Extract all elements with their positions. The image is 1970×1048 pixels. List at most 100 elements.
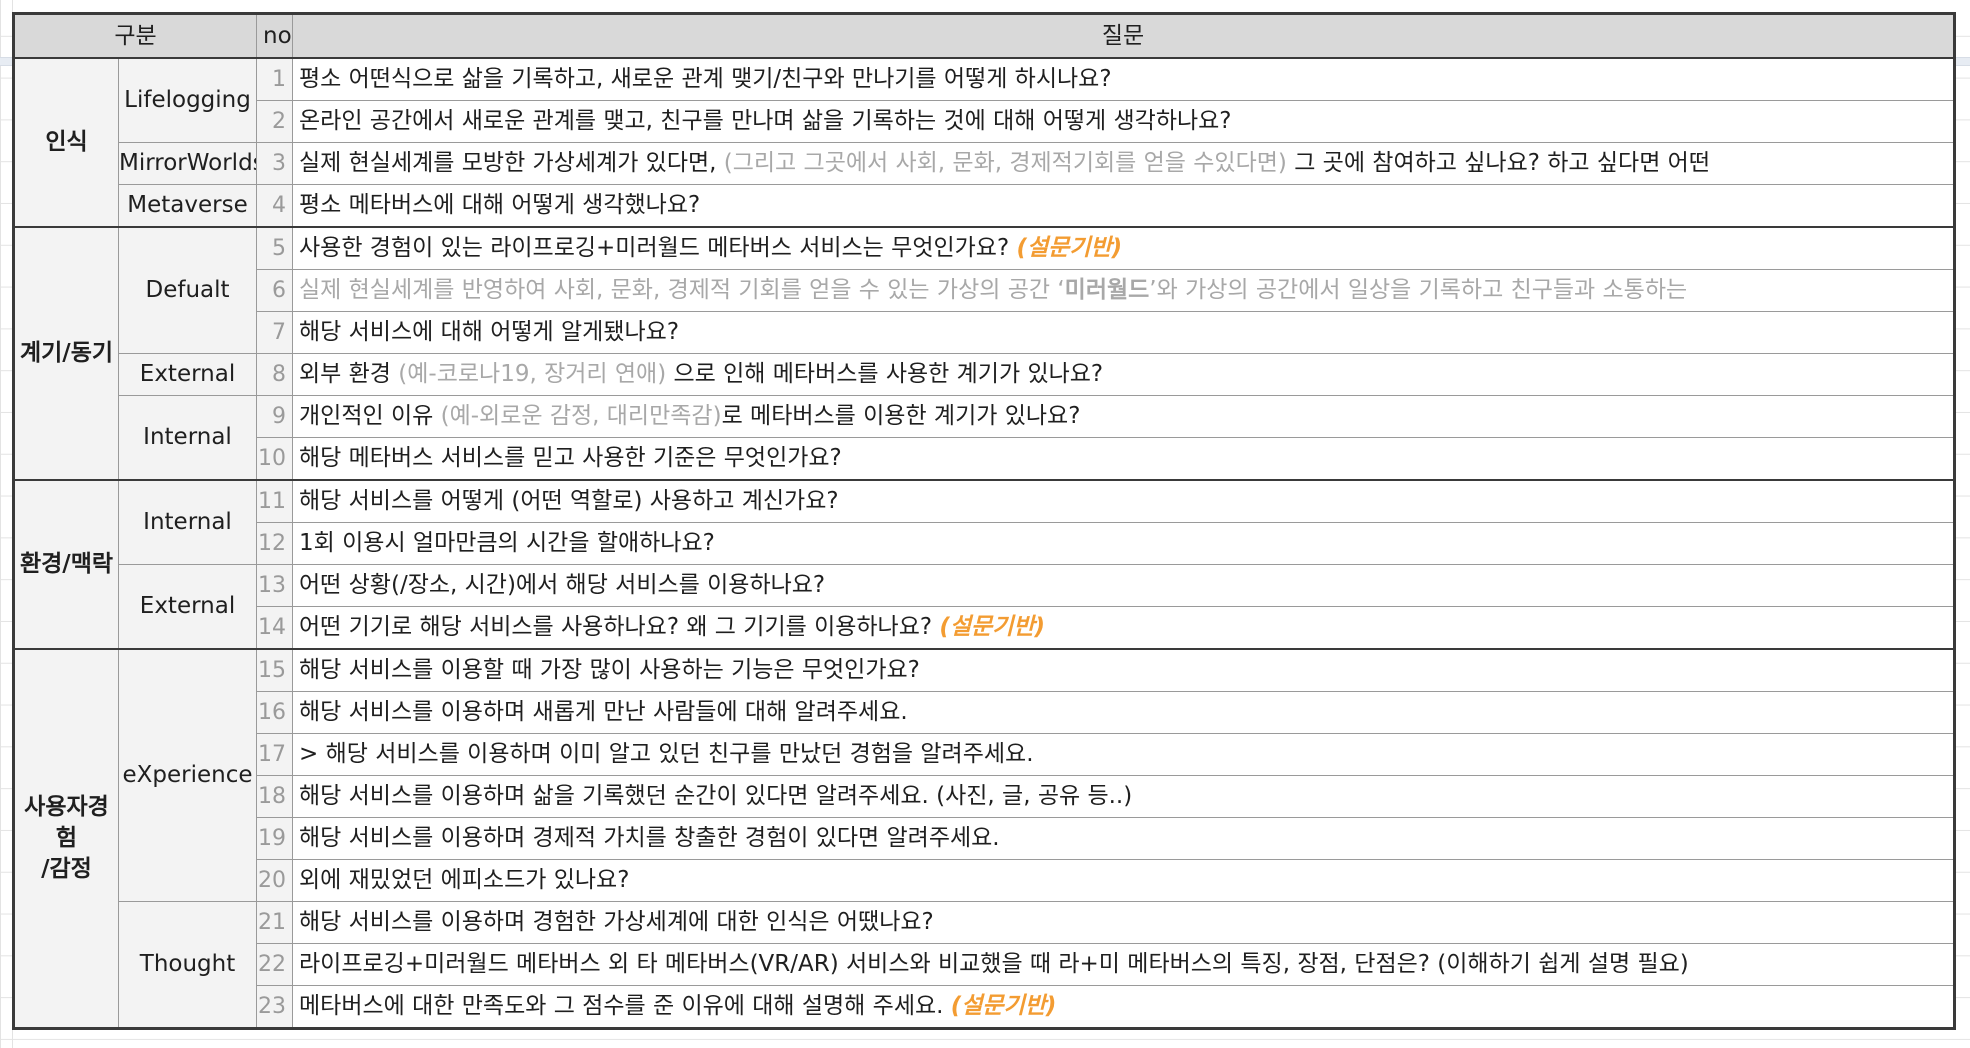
row-number[interactable]: 10 <box>256 437 294 481</box>
table-row: Internal 9 개인적인 이유 (예-외로운 감정, 대리만족감)로 메타… <box>14 395 1956 481</box>
question-example-text: (예-외로운 감정, 대리만족감) <box>440 403 722 429</box>
row-number[interactable]: 20 <box>256 859 294 902</box>
question-cell[interactable]: 라이프로깅+미러월드 메타버스 외 타 메타버스(VR/AR) 서비스와 비교했… <box>292 943 1956 986</box>
category-user-experience[interactable]: 사용자경험/감정 <box>13 648 119 1029</box>
question-cell[interactable]: 어떤 기기로 해당 서비스를 사용하나요? 왜 그 기기를 이용하나요? (설문… <box>292 606 1956 650</box>
subcategory-external[interactable]: External <box>117 564 258 650</box>
row-number[interactable]: 5 <box>256 226 294 270</box>
subcategory-lifelogging[interactable]: Lifelogging <box>117 57 258 143</box>
subcategory-default[interactable]: Defualt <box>117 226 258 354</box>
row-number[interactable]: 8 <box>256 353 294 396</box>
subcategory-mirrorworlds[interactable]: MirrorWorlds <box>117 142 258 185</box>
subcategory-experience[interactable]: eXperience <box>117 648 258 902</box>
table-row: 2 온라인 공간에서 새로운 관계를 맺고, 친구를 만나며 삶을 기록하는 것… <box>14 100 1956 143</box>
header-no[interactable]: no <box>256 13 294 59</box>
table-row: External 8 외부 환경 (예-코로나19, 장거리 연애) 으로 인해… <box>14 353 1956 396</box>
table-row: 22 라이프로깅+미러월드 메타버스 외 타 메타버스(VR/AR) 서비스와 … <box>14 943 1956 986</box>
survey-based-tag: (설문기반) <box>1016 235 1123 261</box>
table-row: MirrorWorlds 3 실제 현실세계를 모방한 가상세계가 있다면, (… <box>14 142 1956 185</box>
question-cell[interactable]: 평소 메타버스에 대해 어떻게 생각했나요? <box>292 184 1956 228</box>
row-number[interactable]: 6 <box>256 269 294 312</box>
category-motivation[interactable]: 계기/동기 <box>13 226 119 481</box>
question-bold-text: 미러월드 <box>1064 277 1150 303</box>
question-text: 메타버스에 대한 만족도와 그 점수를 준 이유에 대해 설명해 주세요. <box>299 993 951 1019</box>
table-row: Metaverse 4 평소 메타버스에 대해 어떻게 생각했나요? <box>14 184 1956 228</box>
row-number[interactable]: 22 <box>256 943 294 986</box>
question-text: 사용한 경험이 있는 라이프로깅+미러월드 메타버스 서비스는 무엇인가요? <box>299 235 1017 261</box>
row-number[interactable]: 12 <box>256 522 294 565</box>
question-text: 개인적인 이유 <box>299 403 441 429</box>
table-row: 17 > 해당 서비스를 이용하며 이미 알고 있던 친구를 만났던 경험을 알… <box>14 733 1956 776</box>
row-number[interactable]: 17 <box>256 733 294 776</box>
question-text: 으로 인해 메타버스를 사용한 계기가 있나요? <box>666 361 1104 387</box>
row-number[interactable]: 9 <box>256 395 294 438</box>
row-number[interactable]: 19 <box>256 817 294 860</box>
question-cell[interactable]: 개인적인 이유 (예-외로운 감정, 대리만족감)로 메타버스를 이용한 계기가… <box>292 395 1956 438</box>
question-cell[interactable]: 해당 서비스를 이용하며 경제적 가치를 창출한 경험이 있다면 알려주세요. <box>292 817 1956 860</box>
category-recognition[interactable]: 인식 <box>13 57 119 228</box>
row-number[interactable]: 16 <box>256 691 294 734</box>
question-text: 로 메타버스를 이용한 계기가 있나요? <box>721 403 1081 429</box>
row-number[interactable]: 14 <box>256 606 294 650</box>
row-number[interactable]: 1 <box>256 57 294 101</box>
question-cell[interactable]: 해당 서비스를 어떻게 (어떤 역할로) 사용하고 계신가요? <box>292 479 1956 523</box>
table-row: 사용자경험/감정 eXperience 15 해당 서비스를 이용할 때 가장 … <box>13 648 1956 1029</box>
subcategory-metaverse[interactable]: Metaverse <box>117 184 258 228</box>
question-cell[interactable]: 해당 서비스에 대해 어떻게 알게됐나요? <box>292 311 1956 354</box>
table-row: 10 해당 메타버스 서비스를 믿고 사용한 기준은 무엇인가요? <box>14 437 1956 481</box>
question-text: ’와 가상의 공간에서 일상을 기록하고 친구들과 소통하는 <box>1149 277 1688 303</box>
table-row: Thought 21 해당 서비스를 이용하며 경험한 가상세계에 대한 인식은… <box>14 901 1956 1029</box>
question-cell[interactable]: 해당 서비스를 이용하며 경험한 가상세계에 대한 인식은 어땠나요? <box>292 901 1956 944</box>
question-cell[interactable]: 온라인 공간에서 새로운 관계를 맺고, 친구를 만나며 삶을 기록하는 것에 … <box>292 100 1956 143</box>
table-row: 14 어떤 기기로 해당 서비스를 사용하나요? 왜 그 기기를 이용하나요? … <box>14 606 1956 650</box>
row-number[interactable]: 21 <box>256 901 294 944</box>
table-row: 인식 Lifelogging 1 평소 어떤식으로 삶을 기록하고, 새로운 관… <box>13 57 1956 228</box>
table-row: 환경/맥락 Internal 11 해당 서비스를 어떻게 (어떤 역할로) 사… <box>13 479 1956 650</box>
question-cell[interactable]: 평소 어떤식으로 삶을 기록하고, 새로운 관계 맺기/친구와 만나기를 어떻게… <box>292 57 1956 101</box>
row-number[interactable]: 3 <box>256 142 294 185</box>
question-cell[interactable]: 외부 환경 (예-코로나19, 장거리 연애) 으로 인해 메타버스를 사용한 … <box>292 353 1956 396</box>
subcategory-internal[interactable]: Internal <box>117 395 258 481</box>
table-row: 16 해당 서비스를 이용하며 새롭게 만난 사람들에 대해 알려주세요. <box>14 691 1956 734</box>
question-example-text: (예-코로나19, 장거리 연애) <box>398 361 667 387</box>
survey-based-tag: (설문기반) <box>950 993 1057 1019</box>
survey-based-tag: (설문기반) <box>939 614 1046 640</box>
question-text: 실제 현실세계를 반영하여 사회, 문화, 경제적 기회를 얻을 수 있는 가상… <box>299 277 1065 303</box>
table-row: 12 1회 이용시 얼마만큼의 시간을 할애하나요? <box>14 522 1956 565</box>
question-cell[interactable]: 사용한 경험이 있는 라이프로깅+미러월드 메타버스 서비스는 무엇인가요? (… <box>292 226 1956 270</box>
category-label-line2: /감정 <box>41 856 92 883</box>
row-number[interactable]: 15 <box>256 648 294 692</box>
row-number[interactable]: 18 <box>256 775 294 818</box>
header-question[interactable]: 질문 <box>292 13 1956 59</box>
table-row: 계기/동기 Defualt 5 사용한 경험이 있는 라이프로깅+미러월드 메타… <box>13 226 1956 481</box>
question-cell[interactable]: 외에 재밌었던 에피소드가 있나요? <box>292 859 1956 902</box>
question-example-text: (그리고 그곳에서 사회, 문화, 경제적기회를 얻을 수있다면) <box>723 150 1287 176</box>
question-cell[interactable]: 해당 서비스를 이용할 때 가장 많이 사용하는 기능은 무엇인가요? <box>292 648 1956 692</box>
question-cell[interactable]: 실제 현실세계를 반영하여 사회, 문화, 경제적 기회를 얻을 수 있는 가상… <box>292 269 1956 312</box>
row-number[interactable]: 2 <box>256 100 294 143</box>
category-environment[interactable]: 환경/맥락 <box>13 479 119 650</box>
row-number[interactable]: 13 <box>256 564 294 607</box>
question-cell[interactable]: 해당 메타버스 서비스를 믿고 사용한 기준은 무엇인가요? <box>292 437 1956 481</box>
question-cell[interactable]: 해당 서비스를 이용하며 삶을 기록했던 순간이 있다면 알려주세요. (사진,… <box>292 775 1956 818</box>
row-number[interactable]: 23 <box>256 985 294 1029</box>
question-cell[interactable]: 1회 이용시 얼마만큼의 시간을 할애하나요? <box>292 522 1956 565</box>
table-row: 20 외에 재밌었던 에피소드가 있나요? <box>14 859 1956 902</box>
row-number[interactable]: 4 <box>256 184 294 228</box>
table-row: 6 실제 현실세계를 반영하여 사회, 문화, 경제적 기회를 얻을 수 있는 … <box>14 269 1956 312</box>
table-row: 23 메타버스에 대한 만족도와 그 점수를 준 이유에 대해 설명해 주세요.… <box>14 985 1956 1029</box>
category-label-line1: 사용자경험 <box>24 793 109 851</box>
subcategory-internal[interactable]: Internal <box>117 479 258 565</box>
subcategory-thought[interactable]: Thought <box>117 901 258 1029</box>
question-cell[interactable]: 어떤 상황(/장소, 시간)에서 해당 서비스를 이용하나요? <box>292 564 1956 607</box>
row-number[interactable]: 7 <box>256 311 294 354</box>
header-category[interactable]: 구분 <box>12 13 258 59</box>
table-row: External 13 어떤 상황(/장소, 시간)에서 해당 서비스를 이용하… <box>14 564 1956 650</box>
question-cell[interactable]: > 해당 서비스를 이용하며 이미 알고 있던 친구를 만났던 경험을 알려주세… <box>292 733 1956 776</box>
question-cell[interactable]: 해당 서비스를 이용하며 새롭게 만난 사람들에 대해 알려주세요. <box>292 691 1956 734</box>
question-cell[interactable]: 실제 현실세계를 모방한 가상세계가 있다면, (그리고 그곳에서 사회, 문화… <box>292 142 1956 185</box>
row-number[interactable]: 11 <box>256 479 294 523</box>
question-cell[interactable]: 메타버스에 대한 만족도와 그 점수를 준 이유에 대해 설명해 주세요. (설… <box>292 985 1956 1029</box>
question-text: 어떤 기기로 해당 서비스를 사용하나요? 왜 그 기기를 이용하나요? <box>299 614 940 640</box>
subcategory-external[interactable]: External <box>117 353 258 396</box>
